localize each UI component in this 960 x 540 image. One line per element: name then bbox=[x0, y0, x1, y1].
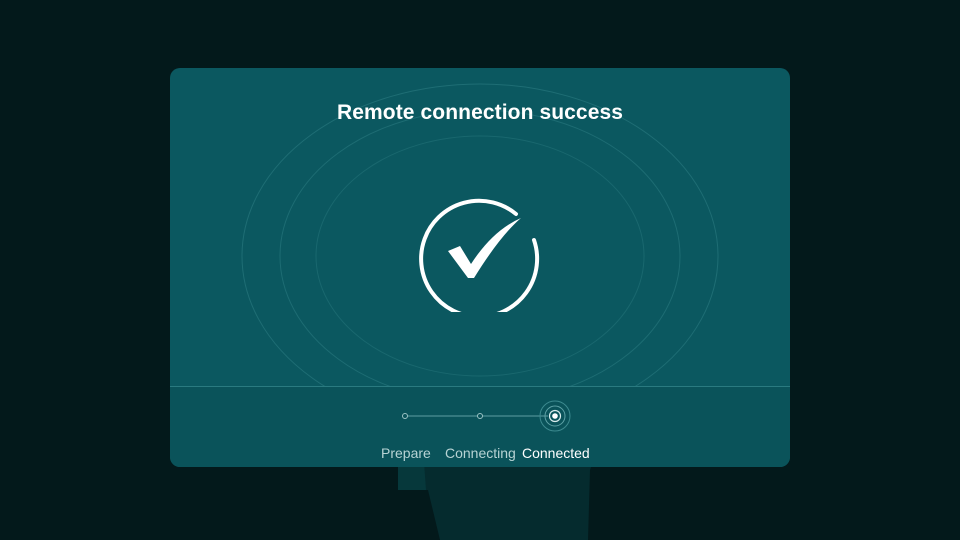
connection-dialog: Remote connection success Prepare Connec… bbox=[170, 68, 790, 467]
dialog-body: Remote connection success bbox=[170, 68, 790, 386]
step-dot-connected bbox=[552, 413, 558, 419]
check-circle-icon bbox=[418, 188, 542, 319]
step-dot-connecting bbox=[477, 413, 483, 419]
screen: Remote connection success Prepare Connec… bbox=[0, 0, 960, 540]
dialog-title: Remote connection success bbox=[336, 101, 624, 124]
step-dot-prepare bbox=[402, 413, 408, 419]
step-label-connecting: Connecting bbox=[445, 445, 516, 461]
step-label-connected: Connected bbox=[522, 445, 590, 461]
step-label-prepare: Prepare bbox=[381, 445, 431, 461]
progress-stepper: Prepare Connecting Connected bbox=[170, 387, 790, 467]
